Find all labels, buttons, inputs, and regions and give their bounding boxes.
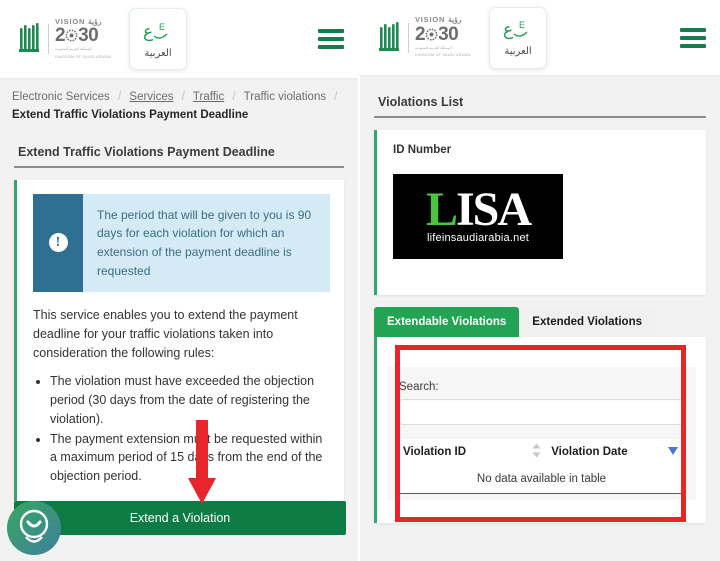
breadcrumb-item-electronic-services[interactable]: Electronic Services (12, 91, 110, 103)
vision-year: 2 30 (55, 25, 99, 47)
svg-text:E: E (519, 20, 525, 30)
vision-wordmark: VISION رؤية 2 30 المملكة العربية السعودي… (55, 18, 111, 60)
lisa-watermark-logo: LISA lifeinsaudiarabia.net (393, 174, 563, 259)
chat-support-icon[interactable] (6, 500, 62, 556)
saudi-emblem-icon (18, 22, 42, 56)
search-label: Search: (399, 381, 439, 393)
exclamation-circle-icon: ! (33, 193, 83, 293)
info-alert: ! The period that will be given to you i… (33, 193, 330, 293)
hamburger-menu-icon[interactable] (680, 27, 706, 48)
breadcrumb-current: Extend Traffic Violations Payment Deadli… (12, 109, 249, 122)
lisa-letters-isa: ISA (455, 182, 532, 236)
left-phone-panel: VISION رؤية 2 30 المملكة العربية السعودي… (0, 0, 360, 561)
red-down-arrow (186, 420, 218, 506)
breadcrumb-separator: / (118, 91, 122, 103)
vision-year: 2 30 (415, 23, 459, 45)
page-section-right: Violations List (374, 87, 706, 118)
site-header-left: VISION رؤية 2 30 المملكة العربية السعودي… (0, 0, 358, 78)
logo-divider (408, 22, 409, 53)
svg-text:ع: ع (143, 22, 153, 42)
extend-a-violation-button[interactable]: Extend a Violation (14, 501, 346, 535)
vision-wordmark: VISION رؤية 2 30 المملكة العربية السعودي… (415, 16, 471, 58)
breadcrumb-item-services[interactable]: Services (129, 91, 173, 103)
info-alert-text: The period that will be given to you is … (97, 207, 312, 278)
vision-2030-logo: VISION رؤية 2 30 المملكة العربية السعودي… (378, 16, 471, 58)
tab-extended-violations[interactable]: Extended Violations (519, 307, 655, 337)
site-header-right: VISION رؤية 2 30 المملكة العربية السعودي… (360, 0, 720, 75)
page-title: Extend Traffic Violations Payment Deadli… (14, 137, 344, 168)
arabic-letter-icon: ع E (143, 20, 173, 45)
violations-list-title: Violations List (374, 87, 706, 118)
table-row: No data available in table (399, 465, 684, 494)
tab-extendable-violations[interactable]: Extendable Violations (374, 307, 520, 337)
lisa-subtitle: lifeinsaudiarabia.net (426, 232, 530, 245)
language-toggle-button[interactable]: ع E العربية (489, 6, 548, 69)
right-phone-panel: VISION رؤية 2 30 المملكة العربية السعودي… (360, 0, 720, 561)
vision-sub-en: KINGDOM OF SAUDI ARABIA (55, 54, 112, 59)
lisa-letter-l: L (425, 182, 458, 236)
column-header-violation-id[interactable]: Violation ID (399, 439, 547, 465)
id-number-label: ID Number (393, 144, 452, 156)
breadcrumb: Electronic Services / Services / Traffic… (0, 78, 358, 131)
language-toggle-label: العربية (144, 47, 172, 59)
id-number-card: ID Number LISA lifeinsaudiarabia.net (374, 130, 706, 295)
violations-table: Violation ID Violation Date No data avai… (399, 439, 684, 494)
vision-2030-logo: VISION رؤية 2 30 المملكة العربية السعودي… (18, 18, 111, 60)
screenshot-root: VISION رؤية 2 30 المملكة العربية السعودي… (0, 0, 720, 561)
vision-sub-ar: المملكة العربية السعودية (55, 47, 92, 52)
gear-icon (425, 28, 438, 41)
vision-top-en: VISION (415, 15, 446, 25)
datatable-wrapper: Search: Violation ID Violation Date No d… (387, 367, 696, 500)
logo-divider (48, 24, 49, 54)
vision-sub-en: KINGDOM OF SAUDI ARABIA (415, 53, 472, 58)
violations-tabs: Extendable Violations Extended Violation… (374, 307, 706, 337)
table-empty-message: No data available in table (399, 465, 684, 494)
column-header-violation-id-label: Violation ID (403, 446, 467, 458)
svg-text:ع: ع (503, 20, 513, 40)
column-header-violation-date-label: Violation Date (551, 446, 628, 458)
page-section-left: Extend Traffic Violations Payment Deadli… (14, 137, 344, 168)
hamburger-menu-icon[interactable] (318, 29, 344, 49)
arabic-letter-icon: ع E (503, 18, 533, 43)
breadcrumb-separator: / (181, 91, 185, 103)
breadcrumb-separator: / (334, 91, 338, 103)
breadcrumb-item-traffic[interactable]: Traffic (193, 91, 224, 103)
svg-text:E: E (159, 22, 165, 32)
column-header-violation-date[interactable]: Violation Date (547, 439, 684, 465)
lisa-wordmark: LISA (426, 185, 532, 233)
violations-table-card: Search: Violation ID Violation Date No d… (374, 337, 706, 523)
breadcrumb-item-traffic-violations[interactable]: Traffic violations (244, 91, 326, 103)
table-header-row: Violation ID Violation Date (399, 439, 684, 465)
gear-icon (65, 29, 78, 42)
vision-sub-ar: المملكة العربية السعودية (415, 45, 452, 50)
language-toggle-button[interactable]: ع E العربية (129, 8, 188, 70)
service-description: This service enables you to extend the p… (33, 308, 298, 360)
service-info-card: ! The period that will be given to you i… (14, 179, 344, 501)
language-toggle-label: العربية (504, 46, 532, 57)
sort-descending-icon (668, 446, 678, 458)
vision-top-ar: رؤية (448, 15, 462, 25)
breadcrumb-separator: / (232, 91, 236, 103)
search-input[interactable] (399, 399, 684, 425)
saudi-emblem-icon (378, 21, 402, 55)
sort-both-icon (532, 443, 541, 461)
